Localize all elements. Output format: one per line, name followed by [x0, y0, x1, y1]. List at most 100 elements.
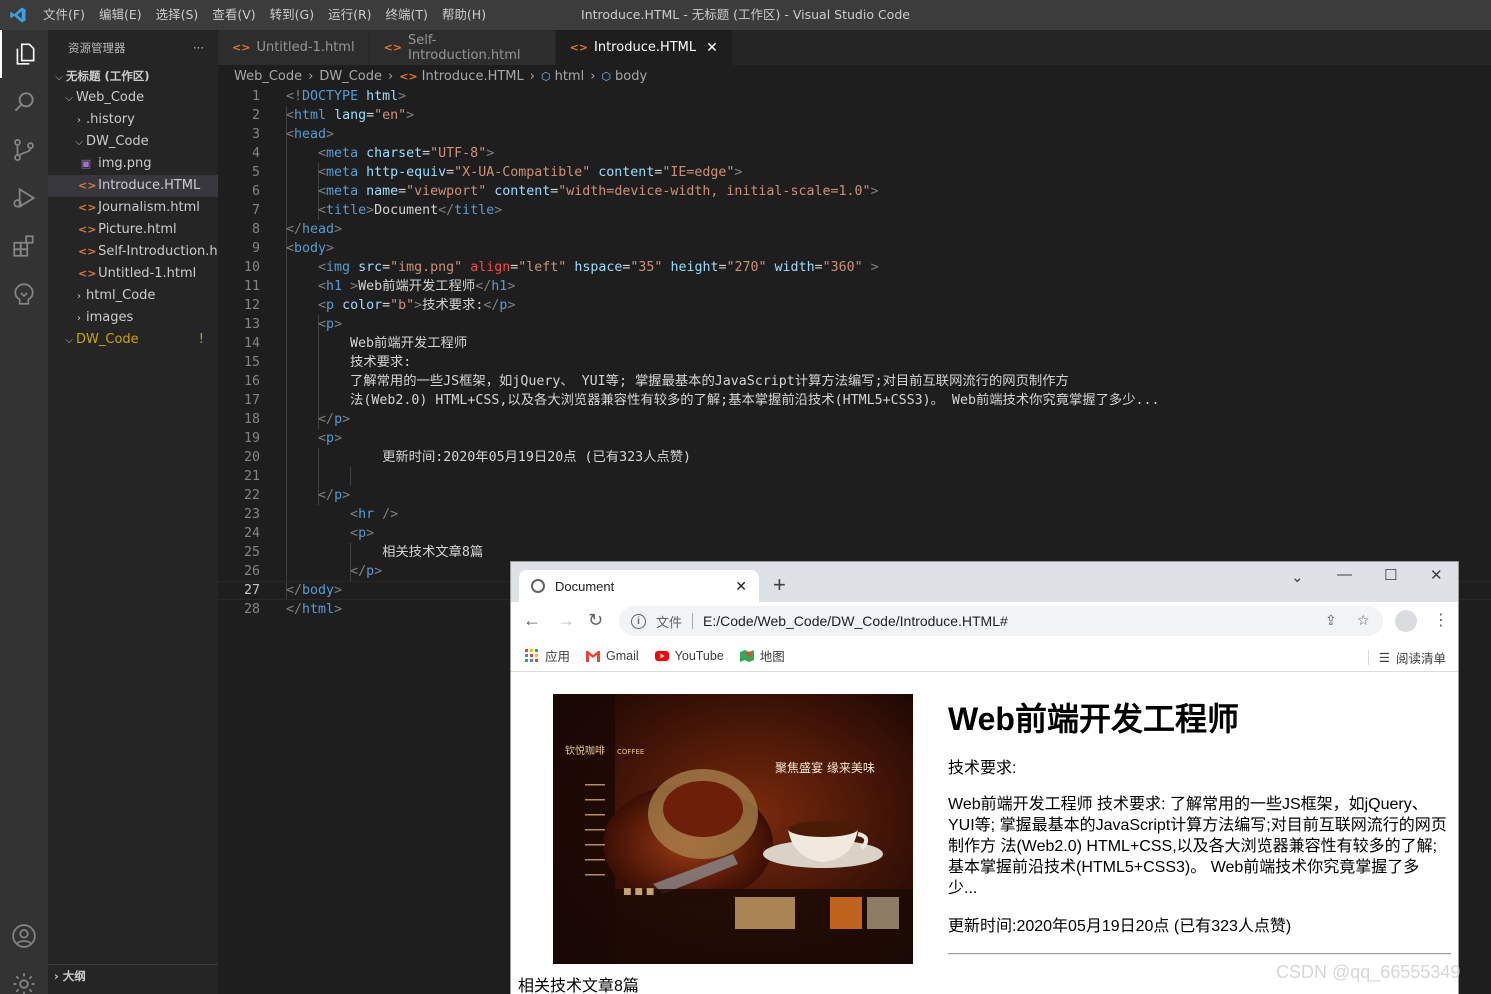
- code-line[interactable]: 8 </head>: [218, 220, 1491, 239]
- code-line[interactable]: 3 <head>: [218, 125, 1491, 144]
- code-line[interactable]: 23 <hr />: [218, 505, 1491, 524]
- menu-view[interactable]: 查看(V): [205, 0, 262, 30]
- code-line[interactable]: 19 <p>: [218, 429, 1491, 448]
- code-line[interactable]: 12 <p color="b">技术要求:</p>: [218, 296, 1491, 315]
- breadcrumb-item[interactable]: DW_Code: [319, 69, 382, 84]
- code-line[interactable]: 14 Web前端开发工程师: [218, 334, 1491, 353]
- menu-go[interactable]: 转到(G): [263, 0, 321, 30]
- tree-folder-images[interactable]: › images: [48, 307, 218, 329]
- line-number: 12: [243, 298, 260, 313]
- tab-search-icon[interactable]: ⌄: [1291, 568, 1304, 586]
- settings-gear-icon[interactable]: [0, 960, 48, 994]
- reading-list[interactable]: ☰ 阅读清单: [1367, 648, 1446, 667]
- code-line[interactable]: 17 法(Web2.0) HTML+CSS,以及各大浏览器兼容性有较多的了解;基…: [218, 391, 1491, 410]
- reload-icon[interactable]: ↻: [588, 610, 603, 631]
- breadcrumb-item[interactable]: body: [615, 69, 647, 84]
- bookmark-youtube[interactable]: YouTube: [654, 649, 724, 663]
- minimize-icon[interactable]: —: [1337, 566, 1352, 583]
- menu-edit[interactable]: 编辑(E): [92, 0, 149, 30]
- tree-folder-dw-code[interactable]: ⌵ DW_Code: [48, 131, 218, 153]
- tree-file-journalism[interactable]: <> Journalism.html: [48, 197, 218, 219]
- tree-folder-html-code[interactable]: › html_Code: [48, 285, 218, 307]
- code-line[interactable]: 20 更新时间:2020年05月19日20点 (已有323人点赞): [218, 448, 1491, 467]
- tab-introduce[interactable]: <> Introduce.HTML ✕: [555, 30, 733, 65]
- menu-selection[interactable]: 选择(S): [149, 0, 206, 30]
- tree-file-picture[interactable]: <> Picture.html: [48, 219, 218, 241]
- code-line[interactable]: 2 <html lang="en">: [218, 106, 1491, 125]
- maximize-icon[interactable]: ☐: [1384, 566, 1397, 584]
- code-line[interactable]: 1 <!DOCTYPE html>: [218, 87, 1491, 106]
- code-line[interactable]: 6 <meta name="viewport" content="width=d…: [218, 182, 1491, 201]
- tree-folder-dw-code-root[interactable]: ⌵ DW_Code !: [48, 329, 218, 351]
- browser-menu-icon[interactable]: ⋮: [1433, 610, 1449, 630]
- tree-file-self-introduction[interactable]: <> Self-Introduction.h...: [48, 241, 218, 263]
- html-file-icon: <>: [399, 69, 418, 83]
- code-line[interactable]: 15 技术要求:: [218, 353, 1491, 372]
- code-line[interactable]: 24 <p>: [218, 524, 1491, 543]
- close-tab-icon[interactable]: ✕: [735, 578, 747, 595]
- tree-file-introduce[interactable]: <> Introduce.HTML: [48, 175, 218, 197]
- extensions-icon[interactable]: [0, 222, 48, 270]
- code-line[interactable]: 25 相关技术文章8篇: [218, 543, 1491, 562]
- tab-self-introduction[interactable]: <> Self-Introduction.html: [369, 30, 556, 65]
- explorer-sidebar: 资源管理器 ··· ⌵ 无标题 (工作区) ⌵ Web_Code › .history…: [48, 30, 218, 994]
- browser-tab[interactable]: Document ✕: [519, 570, 759, 602]
- html-file-icon: <>: [78, 201, 97, 214]
- code-text: </p>: [318, 412, 351, 427]
- info-icon[interactable]: i: [631, 613, 646, 629]
- bookmark-gmail[interactable]: Gmail: [586, 649, 639, 663]
- remote-icon[interactable]: [0, 270, 48, 318]
- address-url[interactable]: E:/Code/Web_Code/DW_Code/Introduce.HTML#: [703, 613, 1008, 629]
- code-line[interactable]: 9 <body>: [218, 239, 1491, 258]
- code-text: </html>: [286, 602, 343, 617]
- code-text: <img src="img.png" align="left" hspace="…: [318, 260, 879, 275]
- explorer-icon[interactable]: [0, 30, 48, 78]
- tree-file-untitled[interactable]: <> Untitled-1.html: [48, 263, 218, 285]
- close-window-icon[interactable]: ✕: [1430, 566, 1443, 584]
- run-debug-icon[interactable]: [0, 174, 48, 222]
- menu-terminal[interactable]: 终端(T): [379, 0, 435, 30]
- search-icon[interactable]: [0, 78, 48, 126]
- outline-section[interactable]: › 大纲: [48, 964, 218, 986]
- code-line[interactable]: 13 <p>: [218, 315, 1491, 334]
- code-text: 技术要求:: [286, 355, 412, 370]
- breadcrumb-item[interactable]: Web_Code: [234, 69, 302, 84]
- code-line[interactable]: 11 <h1 >Web前端开发工程师</h1>: [218, 277, 1491, 296]
- code-line[interactable]: 18 </p>: [218, 410, 1491, 429]
- bookmark-star-icon[interactable]: ☆: [1357, 612, 1370, 629]
- address-bar[interactable]: i 文件 E:/Code/Web_Code/DW_Code/Introduce.…: [619, 606, 1383, 636]
- tab-untitled-1[interactable]: <> Untitled-1.html: [218, 30, 370, 65]
- code-line[interactable]: 16 了解常用的一些JS框架，如jQuery、 YUI等; 掌握最基本的Java…: [218, 372, 1491, 391]
- tree-file-img[interactable]: ▣ img.png: [48, 153, 218, 175]
- breadcrumb-item[interactable]: html: [555, 69, 585, 84]
- menu-help[interactable]: 帮助(H): [435, 0, 493, 30]
- tree-folder-web-code[interactable]: ⌵ Web_Code: [48, 87, 218, 109]
- line-number: 17: [243, 393, 260, 408]
- code-line[interactable]: 22 </p>: [218, 486, 1491, 505]
- tree-folder-history[interactable]: › .history: [48, 109, 218, 131]
- code-line[interactable]: 10 <img src="img.png" align="left" hspac…: [218, 258, 1491, 277]
- more-actions-icon[interactable]: ···: [193, 41, 204, 55]
- bookmark-apps[interactable]: 应用: [525, 646, 570, 665]
- forward-icon[interactable]: →: [557, 610, 575, 631]
- share-icon[interactable]: ⇪: [1325, 612, 1337, 629]
- breadcrumb-item[interactable]: Introduce.HTML: [422, 69, 524, 84]
- code-line[interactable]: 4 <meta charset="UTF-8">: [218, 144, 1491, 163]
- menu-file[interactable]: 文件(F): [36, 0, 92, 30]
- source-control-icon[interactable]: [0, 126, 48, 174]
- code-line[interactable]: 7 <title>Document</title>: [218, 201, 1491, 220]
- bookmark-maps[interactable]: 地图: [739, 646, 785, 665]
- line-number: 10: [243, 260, 260, 275]
- code-line[interactable]: 5 <meta http-equiv="X-UA-Compatible" con…: [218, 163, 1491, 182]
- line-number: 9: [251, 241, 260, 256]
- profile-avatar[interactable]: [1395, 610, 1417, 632]
- new-tab-button[interactable]: +: [773, 572, 786, 598]
- close-tab-icon[interactable]: ✕: [706, 40, 718, 56]
- menu-run[interactable]: 运行(R): [321, 0, 378, 30]
- chevron-right-icon: ›: [308, 68, 314, 84]
- line-number: 25: [243, 545, 260, 560]
- account-icon[interactable]: [0, 912, 48, 960]
- code-line[interactable]: 21: [218, 467, 1491, 486]
- workspace-root[interactable]: ⌵ 无标题 (工作区): [48, 65, 218, 87]
- back-icon[interactable]: ←: [523, 610, 541, 631]
